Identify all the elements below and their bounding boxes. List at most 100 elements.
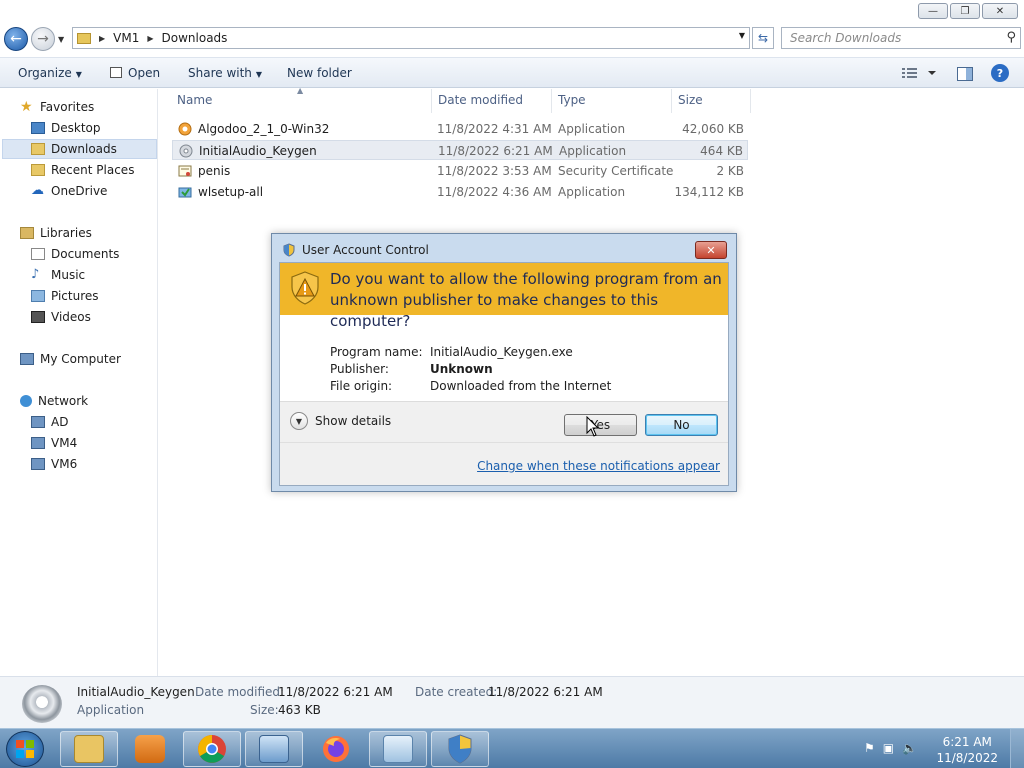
organize-label: Organize (18, 66, 72, 80)
taskbar-notepad[interactable] (369, 731, 427, 767)
file-type: Application (559, 144, 627, 158)
change-notifications-link[interactable]: Change when these notifications appear (477, 459, 720, 473)
restore-icon: ❐ (960, 5, 970, 17)
media-player-icon (135, 735, 165, 763)
volume-icon[interactable]: 🔈 (902, 741, 917, 755)
title-bar: — ❐ ✕ (0, 0, 1024, 24)
file-row-wlsetup[interactable]: wlsetup-all 11/8/2022 4:36 AM Applicatio… (172, 182, 748, 202)
sidebar-item-label: Desktop (51, 121, 101, 135)
file-size: 42,060 KB (682, 122, 744, 136)
column-divider[interactable] (750, 89, 751, 113)
sidebar-item-desktop[interactable]: Desktop (31, 118, 101, 138)
breadcrumb-downloads[interactable]: Downloads (162, 31, 228, 45)
clock[interactable]: 6:21 AM 11/8/2022 (936, 734, 998, 766)
file-size: 134,112 KB (674, 185, 744, 199)
help-icon: ? (996, 66, 1004, 80)
taskbar-remote-desktop[interactable] (245, 731, 303, 767)
new-folder-button[interactable]: New folder (287, 66, 352, 80)
breadcrumb-separator-icon[interactable]: ▶ (99, 34, 105, 43)
taskbar-firefox[interactable] (307, 731, 365, 767)
uac-close-button[interactable]: ✕ (695, 241, 727, 259)
dropdown-arrow-icon: ▼ (255, 70, 263, 79)
back-button[interactable]: ← (4, 27, 28, 51)
column-header-size[interactable]: Size (678, 93, 703, 107)
sidebar-item-music[interactable]: ♪ Music (31, 265, 85, 285)
show-details-toggle[interactable]: ▼ Show details (290, 412, 391, 430)
no-button[interactable]: No (645, 414, 718, 436)
preview-pane-icon (957, 67, 973, 81)
sidebar-item-vm6[interactable]: VM6 (31, 454, 77, 474)
breadcrumb-separator-icon[interactable]: ▶ (147, 34, 153, 43)
organize-button[interactable]: Organize ▼ (18, 66, 82, 80)
sidebar-item-recent-places[interactable]: Recent Places (31, 160, 134, 180)
details-modified-label: Date modified: (195, 685, 285, 699)
yes-button[interactable]: Yes (564, 414, 637, 436)
file-row-certificate[interactable]: penis 11/8/2022 3:53 AM Security Certifi… (172, 161, 748, 181)
sidebar-item-ad[interactable]: AD (31, 412, 68, 432)
start-button[interactable] (6, 731, 44, 767)
file-name: Algodoo_2_1_0-Win32 (198, 122, 330, 136)
minimize-button[interactable]: — (918, 3, 948, 19)
share-with-button[interactable]: Share with ▼ (188, 66, 262, 80)
close-icon: ✕ (995, 5, 1005, 17)
details-size-label: Size: (250, 703, 279, 717)
sidebar-libraries-label: Libraries (40, 226, 92, 240)
sidebar-network[interactable]: Network (20, 391, 88, 411)
show-details-label: Show details (315, 414, 392, 428)
refresh-button[interactable]: ⇆ (752, 27, 774, 49)
system-tray: ⚑ ▣ 🔈 (864, 741, 917, 755)
column-header-date-modified[interactable]: Date modified (438, 93, 523, 107)
column-divider[interactable] (671, 89, 672, 113)
recent-places-icon (31, 164, 45, 176)
help-button[interactable]: ? (991, 64, 1009, 82)
column-divider[interactable] (551, 89, 552, 113)
uac-shield-icon (283, 243, 295, 257)
taskbar-chrome[interactable] (183, 731, 241, 767)
sidebar-item-label: VM6 (51, 457, 78, 471)
close-button[interactable]: ✕ (982, 3, 1018, 19)
mouse-cursor-icon (586, 416, 600, 437)
uac-shield-icon (448, 734, 472, 764)
forward-button[interactable]: → (31, 27, 55, 51)
address-bar[interactable]: ▶ VM1 ▶ Downloads ▼ (72, 27, 750, 49)
preview-pane-button[interactable] (957, 67, 973, 84)
sidebar-item-downloads[interactable]: Downloads (2, 139, 157, 159)
details-file-type: Application (77, 703, 145, 717)
maximize-button[interactable]: ❐ (950, 3, 980, 19)
publisher-label: Publisher: (330, 362, 389, 376)
file-row-algodoo[interactable]: Algodoo_2_1_0-Win32 11/8/2022 4:31 AM Ap… (172, 119, 748, 139)
sidebar-item-label: AD (51, 415, 69, 429)
column-divider[interactable] (431, 89, 432, 113)
uac-footer: ▼ Show details Yes No Change when these … (280, 401, 728, 485)
search-icon[interactable]: ⚲ (1006, 30, 1016, 45)
sidebar-item-videos[interactable]: Videos (31, 307, 91, 327)
show-desktop-button[interactable] (1010, 729, 1024, 768)
sidebar-item-onedrive[interactable]: ☁ OneDrive (31, 181, 107, 201)
network-status-icon[interactable]: ▣ (883, 741, 894, 755)
recent-pages-dropdown[interactable]: ▼ (58, 35, 64, 44)
taskbar-explorer[interactable] (60, 731, 118, 767)
close-icon: ✕ (706, 243, 716, 257)
address-dropdown-icon[interactable]: ▼ (739, 31, 745, 40)
file-row-initialaudio-keygen[interactable]: InitialAudio_Keygen 11/8/2022 6:21 AM Ap… (172, 140, 748, 160)
sidebar-network-label: Network (38, 394, 89, 408)
column-header-name[interactable]: Name (177, 93, 212, 107)
sidebar-favorites[interactable]: ★ Favorites (20, 97, 94, 117)
taskbar-uac[interactable] (431, 731, 489, 767)
sidebar-item-label: Downloads (51, 142, 117, 156)
sidebar-my-computer[interactable]: My Computer (20, 349, 121, 369)
search-input[interactable]: Search Downloads ⚲ (781, 27, 1021, 49)
taskbar-media-player[interactable] (121, 731, 179, 767)
sidebar-item-label: VM4 (51, 436, 78, 450)
change-view-button[interactable] (902, 67, 940, 82)
breadcrumb-vm1[interactable]: VM1 (113, 31, 139, 45)
firefox-icon (323, 736, 349, 762)
sidebar-item-documents[interactable]: Documents (31, 244, 119, 264)
sidebar-libraries[interactable]: Libraries (20, 223, 92, 243)
open-button[interactable]: Open (110, 66, 160, 80)
sidebar-item-pictures[interactable]: Pictures (31, 286, 99, 306)
sidebar-item-vm4[interactable]: VM4 (31, 433, 77, 453)
dropdown-arrow-icon: ▼ (75, 70, 82, 79)
column-header-type[interactable]: Type (558, 93, 586, 107)
action-center-icon[interactable]: ⚑ (864, 741, 875, 755)
